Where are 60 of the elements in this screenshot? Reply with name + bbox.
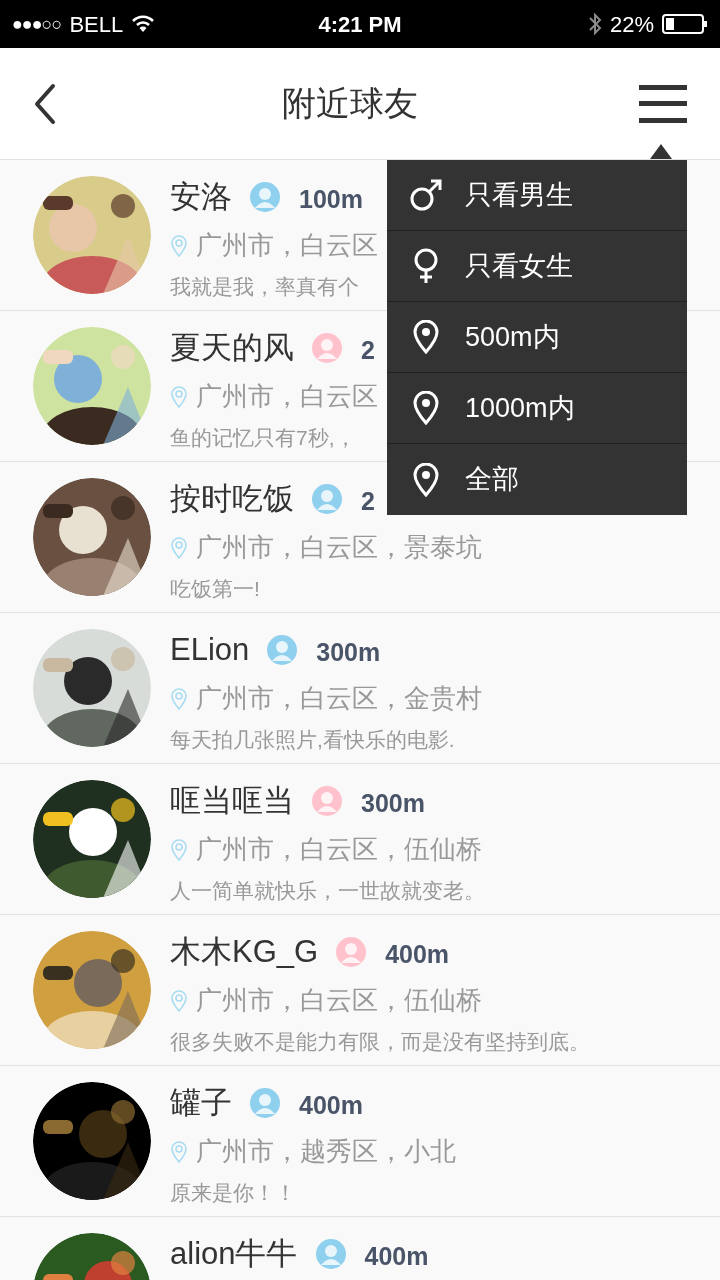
menu-item-label: 全部 (465, 463, 519, 497)
menu-item[interactable]: 只看男生 (387, 160, 687, 231)
carrier-name: BELL (69, 10, 124, 39)
bio-text: 很多失败不是能力有限，而是没有坚持到底。 (170, 1029, 590, 1055)
menu-item[interactable]: 只看女生 (387, 231, 687, 302)
location-pin-icon (170, 686, 188, 711)
distance-text: 100m (299, 184, 363, 216)
location-pin-icon (413, 320, 439, 354)
distance-text: 400m (364, 1241, 429, 1273)
bio-text: 每天拍几张照片,看快乐的电影. (170, 727, 456, 753)
location-pin-icon (413, 391, 439, 425)
location-text: 广州市，白云区，伍仙桥 (196, 833, 482, 866)
user-name: 夏天的风 (170, 328, 294, 367)
wifi-icon (131, 15, 156, 33)
clock-time: 4:21 PM (318, 10, 402, 39)
distance-text: 400m (385, 939, 450, 971)
user-name: 木木KG_G (170, 932, 319, 971)
distance-text: 400m (299, 1090, 363, 1122)
user-name: ELion (170, 630, 250, 669)
battery-icon (662, 14, 708, 34)
bio-text: 我就是我，率真有个 (170, 274, 360, 300)
distance-text: 2 (361, 335, 375, 367)
location-pin-icon (170, 233, 188, 258)
male-symbol-icon (409, 178, 443, 212)
menu-item-label: 只看女生 (465, 249, 573, 283)
bio-text: 吃饭第一! (170, 576, 261, 602)
menu-item[interactable]: 500m内 (387, 302, 687, 373)
location-pin-icon (170, 384, 188, 409)
location-text: 广州市，白云区，伍仙桥 (196, 984, 482, 1017)
location-pin-icon (170, 1139, 188, 1164)
location-pin-icon (413, 462, 439, 497)
location-text: 广州市，白云区 (196, 380, 378, 413)
location-text: 广州市，越秀区，小北 (196, 1135, 456, 1168)
bluetooth-icon (587, 12, 602, 36)
signal-strength: ●●●○○ (12, 12, 62, 36)
menu-item-label: 只看男生 (465, 178, 573, 212)
bio-text: 人一简单就快乐，一世故就变老。 (170, 878, 485, 904)
location-text: 广州市，白云区，金贵村 (196, 682, 482, 715)
distance-text: 300m (361, 788, 425, 820)
battery-percent: 22% (609, 10, 654, 39)
location-pin-icon (170, 988, 188, 1013)
menu-button[interactable] (639, 84, 687, 123)
user-name: 哐当哐当 (170, 781, 294, 820)
user-name: 按时吃饭 (170, 479, 294, 518)
location-text: 广州市，白云区，景泰坑 (196, 531, 482, 564)
menu-item-label: 500m内 (465, 320, 560, 354)
user-name: 罐子 (170, 1083, 232, 1122)
bio-text: 原来是你！！ (170, 1180, 297, 1206)
location-text: 广州市，白云区 (196, 229, 378, 262)
distance-text: 300m (316, 637, 381, 669)
distance-text: 2 (361, 486, 375, 518)
female-symbol-icon (413, 248, 439, 284)
user-name: alion牛牛 (170, 1234, 298, 1273)
menu-item-label: 1000m内 (465, 391, 575, 425)
page-title: 附近球友 (281, 83, 418, 124)
location-pin-icon (170, 837, 188, 862)
menu-item[interactable]: 1000m内 (387, 373, 687, 444)
user-name: 安洛 (170, 177, 232, 216)
location-pin-icon (170, 535, 188, 560)
bio-text: 鱼的记忆只有7秒,， (170, 425, 357, 451)
